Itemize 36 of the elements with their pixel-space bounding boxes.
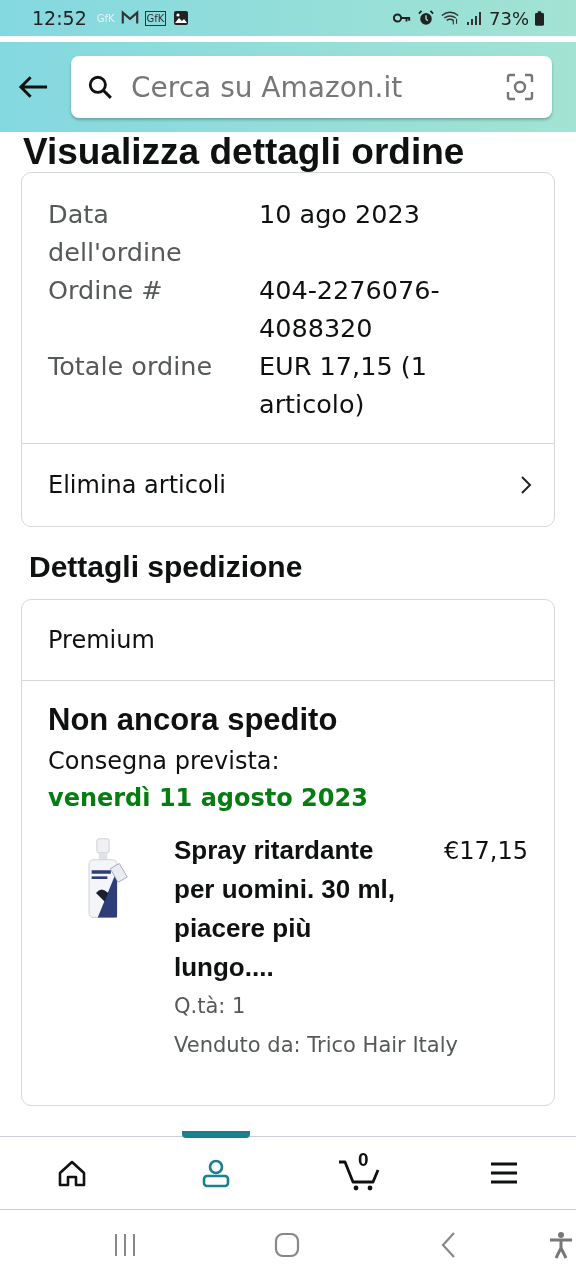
search-field[interactable]: Cerca su Amazon.it xyxy=(71,56,552,118)
notification-label: GfK xyxy=(96,12,115,24)
page-title: Visualizza dettagli ordine xyxy=(23,132,466,174)
status-time: 12:52 xyxy=(32,7,87,29)
delivery-date: venerdì 11 agosto 2023 xyxy=(48,783,369,814)
field-label: Data dell'ordine xyxy=(48,198,183,269)
account-icon[interactable] xyxy=(200,1157,232,1189)
mail-icon xyxy=(120,10,139,26)
image-icon xyxy=(172,10,191,26)
search-icon xyxy=(87,74,113,100)
product-seller: Venduto da: Trico Hair Italy xyxy=(174,1032,458,1059)
back-arrow-icon[interactable] xyxy=(18,75,49,99)
signal-icon xyxy=(465,10,483,26)
battery-icon xyxy=(535,10,544,26)
field-label: Ordine # xyxy=(48,274,164,307)
search-input[interactable]: Cerca su Amazon.it xyxy=(129,69,490,105)
field-value: 10 ago 2023 xyxy=(259,198,421,231)
wifi-icon xyxy=(441,10,459,26)
field-value: 404-2276076-4088320 xyxy=(259,274,441,345)
shipping-type: Premium xyxy=(22,600,554,681)
shipment-status: Non ancora spedito xyxy=(48,701,339,739)
cart-button[interactable]: 0 xyxy=(338,1155,382,1191)
product-name[interactable]: Spray ritardante per uomini. 30 ml, piacere più lungo.... xyxy=(174,831,410,987)
section-heading: Dettagli spedizione xyxy=(29,549,304,585)
alarm-icon xyxy=(417,10,435,26)
delete-items-row[interactable]: Elimina articoli xyxy=(22,443,554,526)
product-quantity: Q.tà: 1 xyxy=(174,993,246,1020)
chevron-right-icon xyxy=(520,475,532,495)
battery-percentage: 73% xyxy=(489,7,529,29)
field-value: EUR 17,15 (1 articolo) xyxy=(259,350,428,421)
field-label: Totale ordine xyxy=(48,350,214,383)
delivery-label: Consegna prevista: xyxy=(48,746,281,777)
home-button-icon[interactable] xyxy=(272,1230,302,1260)
camera-search-icon[interactable] xyxy=(506,73,534,101)
key-icon xyxy=(393,10,411,26)
notification-label: GfK xyxy=(144,10,167,26)
